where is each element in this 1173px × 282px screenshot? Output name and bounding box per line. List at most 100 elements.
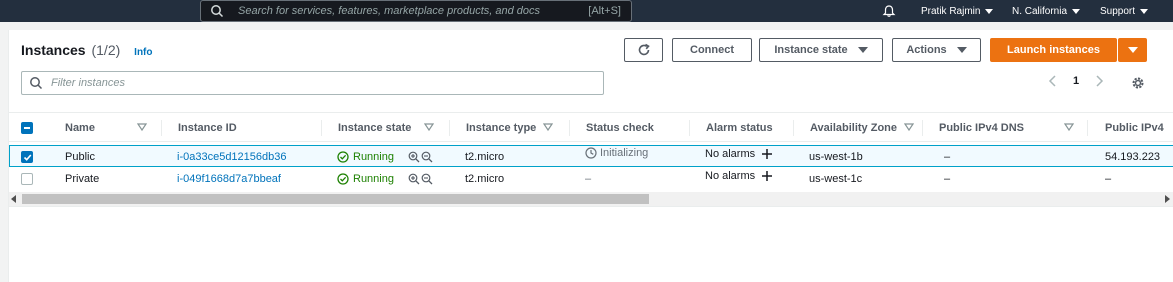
availability-zone: us-west-1b [809,151,863,163]
launch-instances-button[interactable]: Launch instances [990,38,1117,62]
refresh-button[interactable] [624,38,663,62]
launch-instances-label: Launch instances [1007,44,1100,56]
sort-icon[interactable] [137,122,147,132]
instance-state-button[interactable]: Instance state [759,38,883,62]
instance-state-text: Running [353,151,394,163]
user-menu[interactable]: Pratik Rajmin [921,0,994,22]
sort-icon[interactable] [543,122,553,132]
scroll-left-icon[interactable] [11,195,17,203]
alarm-status: No alarms [705,143,773,165]
actions-button[interactable]: Actions [892,38,981,62]
chevron-down-icon [1140,8,1149,14]
search-icon [211,5,224,18]
bell-icon [882,5,896,17]
sort-icon[interactable] [424,122,434,132]
column-header-instance-type[interactable]: Instance type [466,113,536,142]
notifications-button[interactable] [882,0,896,22]
column-header-availability-zone[interactable]: Availability Zone [810,113,897,142]
row-checkbox[interactable] [21,146,33,168]
caret-down-icon [956,47,967,53]
table-row[interactable]: Public i-0a33ce5d12156db36 Running t2.mi… [9,145,1173,167]
select-all-checkbox[interactable] [21,113,33,142]
zoom-in-icon[interactable] [408,173,420,185]
chevron-left-icon[interactable] [1047,74,1059,88]
launch-options-dropdown[interactable] [1118,38,1147,62]
column-header-public-ipv4-dns[interactable]: Public IPv4 DNS [939,113,1024,142]
alarm-status-text: No alarms [705,170,756,182]
page-number[interactable]: 1 [1073,75,1079,87]
instance-name: Private [65,173,100,185]
region-menu[interactable]: N. California [1012,0,1081,22]
gear-icon[interactable] [1130,75,1146,91]
status-check: Initializing [585,142,648,164]
instance-state: Running [337,146,433,168]
support-menu[interactable]: Support [1100,0,1149,22]
table-row[interactable]: Private i-049f1668d7a7bbeaf Running t2.m… [9,168,1173,190]
support-label: Support [1100,5,1136,17]
search-icon [30,77,43,90]
sort-icon[interactable] [1064,122,1074,132]
public-ipv4-dns: – [944,173,951,185]
search-shortcut: [Alt+S] [588,5,621,17]
checkmark-icon [23,153,31,161]
instance-state: Running [337,168,433,190]
column-header-public-ipv4[interactable]: Public IPv4 [1105,113,1164,142]
table-header: Name Instance ID Instance state Instance… [9,112,1173,142]
availability-zone: us-west-1c [809,173,863,185]
refresh-icon [638,43,650,56]
pagination: 1 [1047,74,1105,88]
actions-label: Actions [906,44,947,56]
instances-panel: Instances (1/2) Info Connect Instance st… [8,30,1173,282]
public-ipv4: 54.193.223 [1105,151,1161,163]
status-check-text: – [585,173,592,185]
scroll-right-icon[interactable] [1164,195,1170,203]
column-header-name[interactable]: Name [65,113,95,142]
caret-down-icon [1127,47,1138,53]
public-ipv4-dns: – [944,151,951,163]
zoom-in-icon[interactable] [408,151,420,163]
user-name: Pratik Rajmin [921,5,981,17]
title-text: Instances [21,42,86,58]
sort-icon[interactable] [904,122,914,132]
connect-label: Connect [690,44,734,56]
instance-id-link[interactable]: i-0a33ce5d12156db36 [177,146,287,168]
page-title: Instances (1/2) Info [21,42,153,58]
chevron-right-icon[interactable] [1093,74,1105,88]
chevron-down-icon [1072,8,1081,14]
info-link[interactable]: Info [134,47,152,58]
instance-id-link[interactable]: i-049f1668d7a7bbeaf [177,168,281,190]
global-search-box[interactable]: Search for services, features, marketpla… [200,0,632,22]
divider [9,206,1173,207]
instance-state-text: Running [353,173,394,185]
scrollbar-thumb[interactable] [22,194,649,204]
column-header-instance-id[interactable]: Instance ID [178,113,237,142]
plus-icon[interactable] [761,170,773,182]
chevron-down-icon [985,8,994,14]
row-checkbox[interactable] [21,168,33,190]
zoom-out-icon[interactable] [421,151,433,163]
instance-name: Public [65,151,95,163]
column-header-status-check[interactable]: Status check [586,113,654,142]
horizontal-scrollbar[interactable] [9,192,1173,206]
connect-button[interactable]: Connect [672,38,752,62]
filter-instances-input[interactable]: Filter instances [21,71,604,95]
alarm-status: No alarms [705,165,773,187]
top-nav-bar: Search for services, features, marketpla… [0,0,1173,22]
plus-icon[interactable] [761,148,773,160]
zoom-out-icon[interactable] [421,173,433,185]
region-name: N. California [1012,5,1068,17]
search-placeholder: Search for services, features, marketpla… [238,5,541,17]
column-header-alarm-status[interactable]: Alarm status [706,113,773,142]
instance-type: t2.micro [465,173,505,185]
status-check-text: Initializing [600,147,649,159]
instance-state-label: Instance state [774,44,848,56]
alarm-status-text: No alarms [705,148,756,160]
column-header-instance-state[interactable]: Instance state [338,113,411,142]
public-ipv4: – [1105,173,1112,185]
selection-count: (1/2) [91,42,121,58]
caret-down-icon [857,47,868,53]
check-circle-icon [337,151,349,163]
filter-placeholder: Filter instances [51,77,125,89]
instance-type: t2.micro [465,151,505,163]
check-circle-icon [337,173,349,185]
